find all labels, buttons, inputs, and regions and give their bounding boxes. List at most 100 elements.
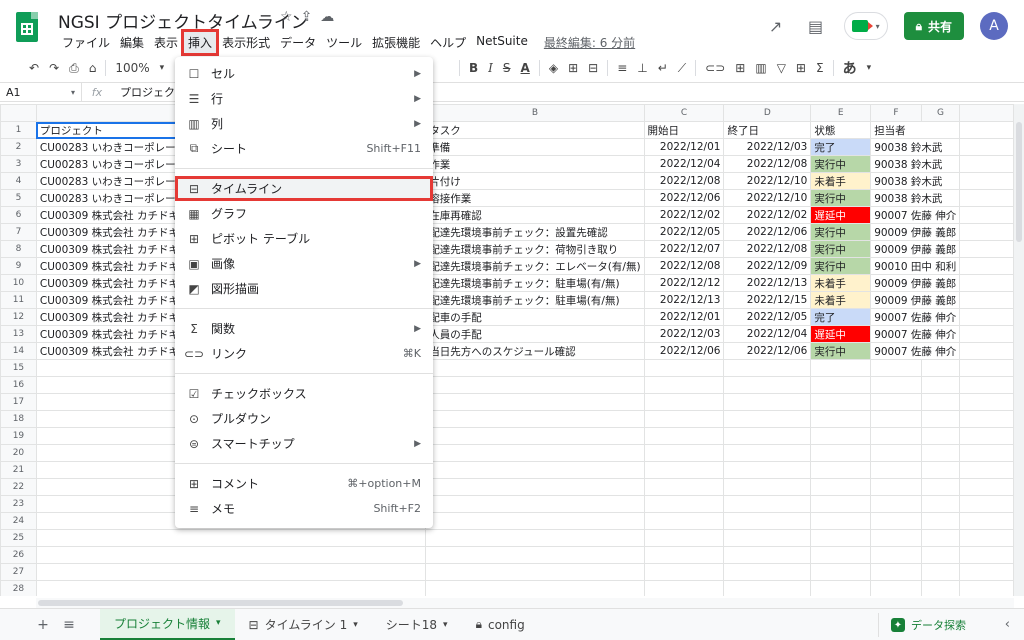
cell-empty[interactable] [643,546,725,564]
cell-status[interactable]: 実行中 [810,223,872,241]
column-header[interactable]: E [810,104,872,122]
menu-item-dropdown[interactable]: ⊙ プルダウン [175,406,433,431]
link-icon[interactable]: ⊂⊃ [700,61,730,75]
cell-empty[interactable] [920,393,961,411]
cell-empty[interactable] [920,376,961,394]
menu-item-sheet[interactable]: ⧉ シート Shift+F11 [175,136,433,161]
row-header[interactable]: 1 [0,121,37,139]
cell-end-date[interactable]: 2022/12/06 [723,342,812,360]
cell-assignee[interactable]: 90009 伊藤 義郎 [870,223,961,241]
cell-start-date[interactable]: 2022/12/03 [643,325,725,343]
cell-empty[interactable] [723,529,812,547]
cell-task[interactable]: 配達先環境事前チェック：駐車場(有/無) [425,274,645,292]
cell-task[interactable]: 片付け [425,172,645,190]
row-header[interactable]: 23 [0,495,37,513]
menu-item-row[interactable]: ☰ 行 ▶ [175,86,433,111]
cell-empty[interactable] [643,580,725,596]
cell-empty[interactable] [959,410,1014,428]
cell-task[interactable]: 配達先環境事前チェック：駐車場(有/無) [425,291,645,309]
row-header[interactable]: 13 [0,325,37,343]
cell-empty[interactable] [425,512,645,530]
cell-empty[interactable] [810,512,872,530]
cell-empty[interactable] [810,427,872,445]
cell-empty[interactable] [723,359,812,377]
cell-empty[interactable] [959,308,1014,326]
menu-item-5[interactable]: データ [276,32,320,53]
column-header[interactable]: B [425,104,645,122]
menu-item-function[interactable]: Σ 関数 ▶ [175,316,433,341]
menu-item-9[interactable]: NetSuite [472,32,532,53]
cell-empty[interactable] [425,563,645,581]
row-header[interactable]: 7 [0,223,37,241]
cell-empty[interactable] [870,529,922,547]
menu-item-drawing[interactable]: ◩ 図形描画 [175,276,433,301]
cell-empty[interactable] [723,376,812,394]
row-header[interactable]: 3 [0,155,37,173]
cell-assignee[interactable]: 90010 田中 和利 [870,257,961,275]
last-edit-link[interactable]: 最終編集: 6 分前 [544,32,635,53]
cell-empty[interactable] [723,393,812,411]
cell-empty[interactable] [920,410,961,428]
menu-item-chart[interactable]: ▦ グラフ [175,201,433,226]
cell-empty[interactable] [643,359,725,377]
sheet-tab[interactable]: ⊟ タイムライン 1 ▾ [235,609,372,640]
cell-status[interactable]: 状態 [810,121,872,139]
cell-empty[interactable] [870,563,922,581]
menu-item-smartchip[interactable]: ⊜ スマートチップ ▶ [175,431,433,456]
cell-start-date[interactable]: 2022/12/08 [643,172,725,190]
cell-assignee[interactable]: 90038 鈴木武 [870,189,961,207]
cell-empty[interactable] [35,580,427,596]
cell-task[interactable]: タスク [425,121,645,139]
row-header[interactable]: 17 [0,393,37,411]
cell-assignee[interactable]: 90007 佐藤 伸介 [870,342,961,360]
zoom-select[interactable]: 100% [110,61,154,75]
cell-end-date[interactable]: 2022/12/05 [723,308,812,326]
row-header[interactable]: 9 [0,257,37,275]
menu-item-6[interactable]: ツール [322,32,366,53]
trend-icon[interactable]: ↗ [764,14,788,38]
cell-status[interactable]: 実行中 [810,240,872,258]
cell-empty[interactable] [870,376,922,394]
menu-item-pivot[interactable]: ⊞ ピボット テーブル [175,226,433,251]
cell-empty[interactable] [723,410,812,428]
cell-empty[interactable] [643,427,725,445]
vertical-scrollbar[interactable] [1014,104,1024,596]
menu-item-column[interactable]: ▥ 列 ▶ [175,111,433,136]
fill-color-icon[interactable]: ◈ [544,61,563,75]
cell-empty[interactable] [643,512,725,530]
row-header[interactable]: 11 [0,291,37,309]
cell-start-date[interactable]: 2022/12/05 [643,223,725,241]
cell-empty[interactable] [959,563,1014,581]
move-folder-icon[interactable]: ⇪ [301,9,313,25]
cell-end-date[interactable]: 2022/12/08 [723,240,812,258]
cell-empty[interactable] [959,478,1014,496]
cell-end-date[interactable]: 2022/12/08 [723,155,812,173]
menu-item-7[interactable]: 拡張機能 [368,32,424,53]
cell-empty[interactable] [959,257,1014,275]
all-sheets-icon[interactable]: ≡ [56,617,82,633]
cell-empty[interactable] [959,274,1014,292]
cell-empty[interactable] [810,546,872,564]
row-header[interactable]: 22 [0,478,37,496]
cell-empty[interactable] [920,444,961,462]
cell-empty[interactable] [959,461,1014,479]
cell-task[interactable]: 在庫再確認 [425,206,645,224]
cell-status[interactable]: 完了 [810,308,872,326]
cell-end-date[interactable]: 2022/12/15 [723,291,812,309]
cell-empty[interactable] [723,495,812,513]
row-header[interactable]: 14 [0,342,37,360]
cell-empty[interactable] [810,495,872,513]
cell-empty[interactable] [810,359,872,377]
cell-empty[interactable] [959,121,1014,139]
sheet-tab[interactable]: プロジェクト情報 ▾ [100,608,235,640]
cell-end-date[interactable]: 2022/12/09 [723,257,812,275]
menu-item-checkbox[interactable]: ☑ チェックボックス [175,381,433,406]
cell-empty[interactable] [959,444,1014,462]
cell-empty[interactable] [723,461,812,479]
cell-empty[interactable] [959,359,1014,377]
cell-empty[interactable] [870,546,922,564]
cell-empty[interactable] [959,342,1014,360]
undo-icon[interactable]: ↶ [24,61,44,75]
cell-assignee[interactable]: 90007 佐藤 伸介 [870,308,961,326]
scroll-thumb[interactable] [1016,122,1022,242]
